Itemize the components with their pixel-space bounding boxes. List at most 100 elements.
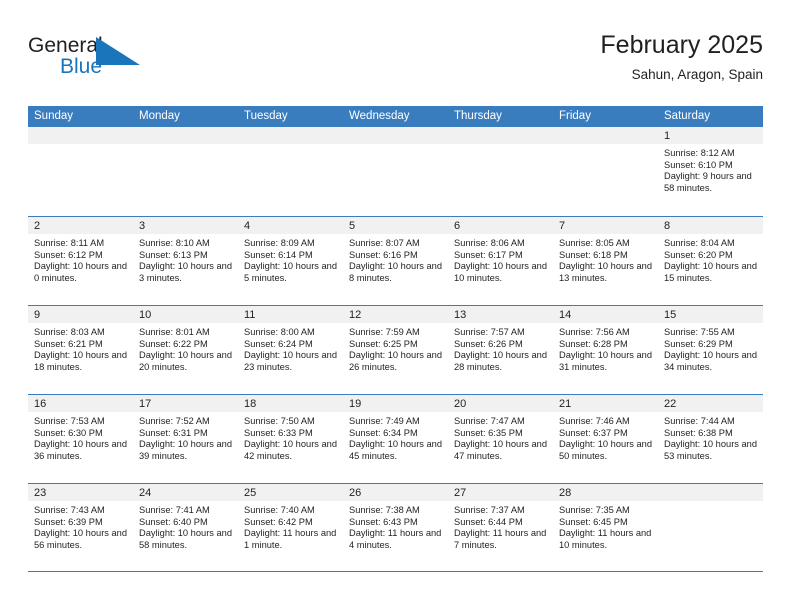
daylight-text: Daylight: 10 hours and 56 minutes.	[34, 528, 128, 550]
calendar-week-row: 23 Sunrise: 7:43 AM Sunset: 6:39 PM Dayligh…	[28, 483, 763, 572]
calendar-day-cell[interactable]: 24 Sunrise: 7:41 AM Sunset: 6:40 PM Dayligh…	[133, 484, 238, 571]
calendar-day-cell[interactable]: 19 Sunrise: 7:49 AM Sunset: 6:34 PM Dayligh…	[343, 395, 448, 483]
day-number: 12	[343, 306, 448, 323]
sunset-text: Sunset: 6:31 PM	[139, 427, 208, 438]
daylight-text: Daylight: 10 hours and 42 minutes.	[244, 439, 338, 461]
daylight-text: Daylight: 10 hours and 39 minutes.	[139, 439, 233, 461]
calendar-day-cell[interactable]: 7 Sunrise: 8:05 AM Sunset: 6:18 PM Daylight…	[553, 217, 658, 305]
sunrise-text: Sunrise: 8:10 AM	[139, 238, 210, 248]
calendar-day-cell[interactable]: 18 Sunrise: 7:50 AM Sunset: 6:33 PM Dayligh…	[238, 395, 343, 483]
title-block: February 2025 Sahun, Aragon, Spain	[600, 30, 763, 85]
calendar-day-cell[interactable]: 8 Sunrise: 8:04 AM Sunset: 6:20 PM Daylight…	[658, 217, 763, 305]
calendar-day-cell[interactable]: 16 Sunrise: 7:53 AM Sunset: 6:30 PM Dayligh…	[28, 395, 133, 483]
calendar-day-cell[interactable]: 9 Sunrise: 8:03 AM Sunset: 6:21 PM Daylight…	[28, 306, 133, 394]
daylight-text: Daylight: 10 hours and 15 minutes.	[664, 261, 758, 283]
day-number: 25	[238, 484, 343, 501]
calendar-page: General Blue February 2025 Sahun, Aragon…	[0, 0, 792, 612]
sunset-text: Sunset: 6:33 PM	[244, 427, 313, 438]
sunrise-text: Sunrise: 7:55 AM	[664, 327, 735, 337]
day-number: 15	[658, 306, 763, 323]
day-sun-info: Sunrise: 8:00 AM Sunset: 6:24 PM Daylight:…	[238, 323, 343, 373]
page-title: February 2025	[600, 31, 763, 59]
sunrise-text: Sunrise: 8:11 AM	[34, 238, 105, 248]
day-sun-info: Sunrise: 7:41 AM Sunset: 6:40 PM Daylight:…	[133, 501, 238, 551]
calendar-day-cell-empty	[238, 127, 343, 216]
day-number: 11	[238, 306, 343, 323]
day-number: 21	[553, 395, 658, 412]
sunrise-text: Sunrise: 7:56 AM	[559, 327, 630, 337]
day-sun-info: Sunrise: 7:44 AM Sunset: 6:38 PM Daylight:…	[658, 412, 763, 462]
calendar-day-cell-empty	[448, 127, 553, 216]
daylight-text: Daylight: 10 hours and 5 minutes.	[244, 261, 338, 283]
calendar-day-cell[interactable]: 5 Sunrise: 8:07 AM Sunset: 6:16 PM Daylight…	[343, 217, 448, 305]
calendar-day-cell[interactable]: 13 Sunrise: 7:57 AM Sunset: 6:26 PM Dayligh…	[448, 306, 553, 394]
day-number	[658, 484, 763, 501]
calendar-day-cell[interactable]: 23 Sunrise: 7:43 AM Sunset: 6:39 PM Dayligh…	[28, 484, 133, 571]
calendar-day-cell[interactable]: 1 Sunrise: 8:12 AM Sunset: 6:10 PM Daylight…	[658, 127, 763, 216]
sunset-text: Sunset: 6:14 PM	[244, 249, 313, 260]
sunset-text: Sunset: 6:20 PM	[664, 249, 733, 260]
sunset-text: Sunset: 6:13 PM	[139, 249, 208, 260]
sunrise-text: Sunrise: 8:04 AM	[664, 238, 735, 248]
calendar-week-row: 2 Sunrise: 8:11 AM Sunset: 6:12 PM Daylight…	[28, 216, 763, 305]
sunrise-text: Sunrise: 8:03 AM	[34, 327, 105, 337]
sunset-text: Sunset: 6:10 PM	[664, 159, 733, 170]
day-number: 27	[448, 484, 553, 501]
day-number	[343, 127, 448, 144]
calendar-day-cell[interactable]: 26 Sunrise: 7:38 AM Sunset: 6:43 PM Dayligh…	[343, 484, 448, 571]
calendar-day-cell[interactable]: 3 Sunrise: 8:10 AM Sunset: 6:13 PM Daylight…	[133, 217, 238, 305]
sunrise-text: Sunrise: 7:40 AM	[244, 505, 315, 515]
sunrise-text: Sunrise: 7:50 AM	[244, 416, 315, 426]
daylight-text: Daylight: 10 hours and 0 minutes.	[34, 261, 128, 283]
day-number: 10	[133, 306, 238, 323]
calendar-day-cell[interactable]: 15 Sunrise: 7:55 AM Sunset: 6:29 PM Dayligh…	[658, 306, 763, 394]
daylight-text: Daylight: 10 hours and 18 minutes.	[34, 350, 128, 372]
day-sun-info: Sunrise: 8:05 AM Sunset: 6:18 PM Daylight:…	[553, 234, 658, 284]
daylight-text: Daylight: 11 hours and 4 minutes.	[349, 528, 442, 550]
calendar-day-cell[interactable]: 17 Sunrise: 7:52 AM Sunset: 6:31 PM Dayligh…	[133, 395, 238, 483]
daylight-text: Daylight: 10 hours and 58 minutes.	[139, 528, 233, 550]
sunrise-text: Sunrise: 8:05 AM	[559, 238, 630, 248]
daylight-text: Daylight: 10 hours and 31 minutes.	[559, 350, 653, 372]
calendar-day-cell[interactable]: 27 Sunrise: 7:37 AM Sunset: 6:44 PM Dayligh…	[448, 484, 553, 571]
day-number	[553, 127, 658, 144]
calendar-day-cell[interactable]: 22 Sunrise: 7:44 AM Sunset: 6:38 PM Dayligh…	[658, 395, 763, 483]
sunrise-text: Sunrise: 8:00 AM	[244, 327, 315, 337]
calendar-day-cell[interactable]: 6 Sunrise: 8:06 AM Sunset: 6:17 PM Daylight…	[448, 217, 553, 305]
calendar-day-cell[interactable]: 12 Sunrise: 7:59 AM Sunset: 6:25 PM Dayligh…	[343, 306, 448, 394]
calendar-week-row: 16 Sunrise: 7:53 AM Sunset: 6:30 PM Dayligh…	[28, 394, 763, 483]
day-number	[133, 127, 238, 144]
sunset-text: Sunset: 6:35 PM	[454, 427, 523, 438]
calendar-day-cell[interactable]: 20 Sunrise: 7:47 AM Sunset: 6:35 PM Dayligh…	[448, 395, 553, 483]
day-sun-info: Sunrise: 8:09 AM Sunset: 6:14 PM Daylight:…	[238, 234, 343, 284]
sunrise-text: Sunrise: 7:52 AM	[139, 416, 210, 426]
daylight-text: Daylight: 10 hours and 34 minutes.	[664, 350, 758, 372]
daylight-text: Daylight: 11 hours and 1 minute.	[244, 528, 337, 550]
daylight-text: Daylight: 9 hours and 58 minutes.	[664, 171, 752, 193]
calendar-day-cell[interactable]: 10 Sunrise: 8:01 AM Sunset: 6:22 PM Dayligh…	[133, 306, 238, 394]
calendar-day-cell[interactable]: 14 Sunrise: 7:56 AM Sunset: 6:28 PM Dayligh…	[553, 306, 658, 394]
calendar-grid: Sunday Monday Tuesday Wednesday Thursday…	[28, 106, 763, 572]
sunset-text: Sunset: 6:12 PM	[34, 249, 103, 260]
weekday-header-row: Sunday Monday Tuesday Wednesday Thursday…	[28, 106, 763, 127]
general-blue-logo[interactable]: General Blue	[28, 34, 148, 86]
calendar-day-cell[interactable]: 11 Sunrise: 8:00 AM Sunset: 6:24 PM Dayligh…	[238, 306, 343, 394]
daylight-text: Daylight: 10 hours and 23 minutes.	[244, 350, 338, 372]
calendar-day-cell[interactable]: 4 Sunrise: 8:09 AM Sunset: 6:14 PM Daylight…	[238, 217, 343, 305]
calendar-day-cell[interactable]: 21 Sunrise: 7:46 AM Sunset: 6:37 PM Dayligh…	[553, 395, 658, 483]
sunrise-text: Sunrise: 8:09 AM	[244, 238, 315, 248]
logo-triangle-icon	[96, 37, 142, 72]
sunrise-text: Sunrise: 7:47 AM	[454, 416, 525, 426]
sunset-text: Sunset: 6:18 PM	[559, 249, 628, 260]
sunrise-text: Sunrise: 8:12 AM	[664, 148, 735, 158]
day-number: 24	[133, 484, 238, 501]
daylight-text: Daylight: 10 hours and 26 minutes.	[349, 350, 443, 372]
day-number: 20	[448, 395, 553, 412]
calendar-day-cell[interactable]: 28 Sunrise: 7:35 AM Sunset: 6:45 PM Dayligh…	[553, 484, 658, 571]
daylight-text: Daylight: 10 hours and 28 minutes.	[454, 350, 548, 372]
sunset-text: Sunset: 6:26 PM	[454, 338, 523, 349]
calendar-day-cell[interactable]: 2 Sunrise: 8:11 AM Sunset: 6:12 PM Daylight…	[28, 217, 133, 305]
sunrise-text: Sunrise: 7:41 AM	[139, 505, 210, 515]
calendar-day-cell[interactable]: 25 Sunrise: 7:40 AM Sunset: 6:42 PM Dayligh…	[238, 484, 343, 571]
day-sun-info: Sunrise: 7:57 AM Sunset: 6:26 PM Daylight:…	[448, 323, 553, 373]
